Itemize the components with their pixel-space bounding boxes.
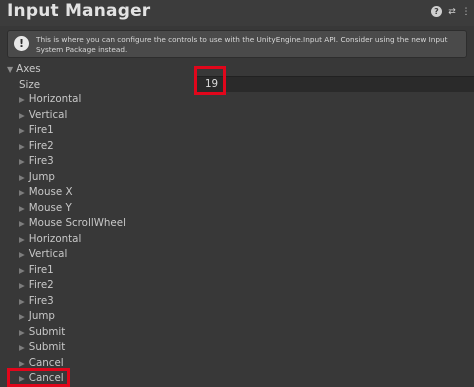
foldout-expanded-icon[interactable]: ▼ bbox=[7, 65, 13, 74]
axis-item[interactable]: ▶ Vertical bbox=[19, 108, 67, 122]
axis-item[interactable]: ▶ Horizontal bbox=[19, 92, 81, 106]
axis-item[interactable]: ▶ Vertical bbox=[19, 247, 67, 261]
axis-item[interactable]: ▶ Fire2 bbox=[19, 139, 54, 153]
foldout-collapsed-icon[interactable]: ▶ bbox=[19, 250, 25, 259]
preset-icon[interactable]: ⇄ bbox=[447, 6, 457, 18]
axis-item[interactable]: ▶ Mouse ScrollWheel bbox=[19, 216, 126, 230]
inspector-header: Input Manager ? ⇄ ⋮ bbox=[0, 0, 474, 26]
help-box: ! This is where you can configure the co… bbox=[7, 30, 467, 58]
axis-item-label: Fire2 bbox=[28, 139, 54, 152]
size-label: Size bbox=[19, 79, 41, 91]
axis-item[interactable]: ▶ Fire2 bbox=[19, 278, 54, 292]
help-box-text: This is where you can configure the cont… bbox=[36, 35, 448, 54]
axis-item[interactable]: ▶ Jump bbox=[19, 309, 55, 323]
foldout-collapsed-icon[interactable]: ▶ bbox=[19, 188, 25, 197]
axis-item-label: Mouse X bbox=[28, 186, 73, 198]
foldout-collapsed-icon[interactable]: ▶ bbox=[19, 343, 25, 352]
axis-item-label: Mouse ScrollWheel bbox=[28, 217, 126, 229]
axis-item[interactable]: ▶ Fire1 bbox=[19, 263, 54, 277]
axis-item-label: Mouse Y bbox=[28, 201, 72, 214]
foldout-collapsed-icon[interactable]: ▶ bbox=[19, 281, 25, 290]
foldout-collapsed-icon[interactable]: ▶ bbox=[19, 328, 25, 337]
foldout-collapsed-icon[interactable]: ▶ bbox=[19, 157, 25, 166]
foldout-collapsed-icon[interactable]: ▶ bbox=[19, 297, 25, 306]
axis-item[interactable]: ▶ Fire1 bbox=[19, 123, 54, 137]
axis-item-label: Jump bbox=[28, 310, 55, 322]
cancel-highlight-box bbox=[7, 368, 70, 387]
more-menu-icon[interactable]: ⋮ bbox=[461, 6, 471, 18]
size-highlight-box bbox=[194, 66, 226, 95]
axis-item[interactable]: ▶ Mouse X bbox=[19, 185, 73, 199]
axis-item[interactable]: ▶ Fire3 bbox=[19, 154, 54, 168]
axis-item-label: Jump bbox=[28, 170, 55, 183]
axis-item-label: Horizontal bbox=[28, 93, 82, 105]
axis-item-label: Fire2 bbox=[28, 279, 54, 291]
axis-item[interactable]: ▶ Fire3 bbox=[19, 294, 54, 308]
axis-item-label: Horizontal bbox=[28, 232, 82, 245]
size-input[interactable] bbox=[197, 76, 474, 92]
axis-item-label: Fire1 bbox=[28, 124, 54, 136]
foldout-collapsed-icon[interactable]: ▶ bbox=[19, 204, 25, 213]
axes-label: Axes bbox=[16, 63, 41, 75]
axis-item-label: Vertical bbox=[28, 248, 68, 260]
foldout-collapsed-icon[interactable]: ▶ bbox=[19, 111, 25, 120]
help-icon[interactable]: ? bbox=[431, 6, 442, 17]
foldout-collapsed-icon[interactable]: ▶ bbox=[19, 173, 25, 182]
axis-item-label: Fire1 bbox=[28, 263, 54, 276]
foldout-collapsed-icon[interactable]: ▶ bbox=[19, 95, 25, 104]
info-icon: ! bbox=[14, 36, 29, 51]
foldout-collapsed-icon[interactable]: ▶ bbox=[19, 312, 25, 321]
axis-item[interactable]: ▶ Horizontal bbox=[19, 232, 81, 246]
foldout-collapsed-icon[interactable]: ▶ bbox=[19, 266, 25, 275]
foldout-collapsed-icon[interactable]: ▶ bbox=[19, 235, 25, 244]
foldout-collapsed-icon[interactable]: ▶ bbox=[19, 126, 25, 135]
axis-item-label: Submit bbox=[28, 325, 66, 338]
axis-item[interactable]: ▶ Mouse Y bbox=[19, 201, 72, 215]
axis-item[interactable]: ▶ Jump bbox=[19, 170, 55, 184]
foldout-collapsed-icon[interactable]: ▶ bbox=[19, 359, 25, 368]
axis-item[interactable]: ▶ Submit bbox=[19, 340, 65, 354]
page-title: Input Manager bbox=[7, 1, 151, 21]
axis-item-label: Vertical bbox=[28, 108, 68, 121]
axis-item-label: Cancel bbox=[28, 356, 64, 369]
axis-item[interactable]: ▶ Submit bbox=[19, 325, 65, 339]
foldout-collapsed-icon[interactable]: ▶ bbox=[19, 142, 25, 151]
axis-item-label: Fire3 bbox=[28, 294, 54, 307]
axis-item-label: Submit bbox=[28, 341, 66, 353]
axes-foldout[interactable]: ▼ Axes bbox=[7, 62, 41, 76]
foldout-collapsed-icon[interactable]: ▶ bbox=[19, 219, 25, 228]
axis-item-label: Fire3 bbox=[28, 155, 54, 167]
